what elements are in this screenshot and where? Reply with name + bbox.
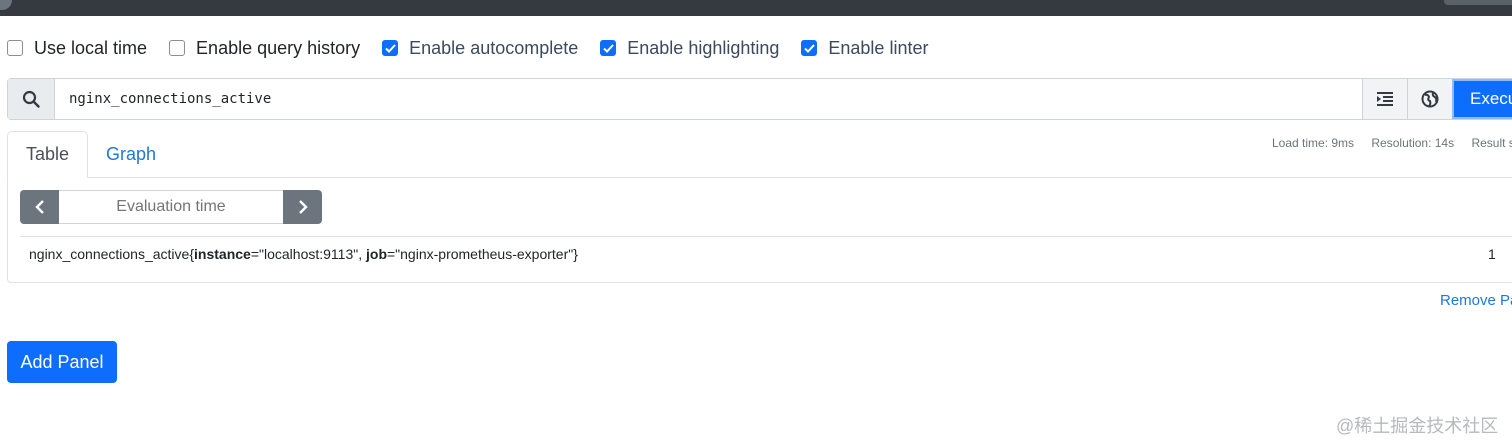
- execute-button[interactable]: Execu: [1452, 79, 1512, 119]
- option-label: Enable linter: [828, 37, 929, 58]
- eval-time-forward-button[interactable]: [283, 190, 322, 224]
- check-icon: [804, 43, 815, 53]
- top-navbar: [0, 0, 1512, 16]
- globe-icon: [1421, 90, 1439, 108]
- logo-icon[interactable]: [0, 0, 12, 10]
- check-icon: [603, 43, 614, 53]
- option-enable-highlighting[interactable]: Enable highlighting: [600, 38, 779, 59]
- eval-time-back-button[interactable]: [20, 190, 59, 224]
- chevron-right-icon: [298, 200, 308, 214]
- option-use-local-time[interactable]: Use local time: [7, 38, 147, 59]
- option-label: Enable highlighting: [627, 37, 780, 58]
- load-time: Load time: 9ms: [1272, 136, 1355, 150]
- checkbox-enable-query-history[interactable]: [169, 40, 186, 56]
- option-enable-autocomplete[interactable]: Enable autocomplete: [382, 38, 578, 59]
- panel-tabs: Table Graph: [7, 131, 174, 178]
- evaluation-time-input[interactable]: [59, 190, 283, 224]
- checkbox-enable-autocomplete[interactable]: [382, 40, 399, 56]
- remove-panel-link[interactable]: Remove Pa: [1440, 292, 1512, 309]
- search-icon: [22, 90, 40, 108]
- option-enable-query-history[interactable]: Enable query history: [169, 38, 360, 59]
- checkbox-use-local-time[interactable]: [7, 40, 23, 56]
- checkbox-enable-highlighting[interactable]: [600, 40, 617, 56]
- metrics-explorer-button[interactable]: [1407, 79, 1452, 119]
- table-row: nginx_connections_active{instance="local…: [20, 236, 1512, 271]
- format-expression-button[interactable]: [1362, 79, 1407, 119]
- format-indent-icon: [1377, 92, 1393, 106]
- table-tab-content: nginx_connections_active{instance="local…: [7, 177, 1512, 283]
- add-panel-button[interactable]: Add Panel: [7, 341, 117, 383]
- tab-table[interactable]: Table: [7, 131, 89, 178]
- expression-input[interactable]: [55, 79, 1362, 119]
- expression-bar: Execu: [7, 78, 1512, 120]
- series-value: 1: [1488, 246, 1496, 262]
- checkbox-enable-linter[interactable]: [801, 40, 818, 56]
- navbar-button-edge[interactable]: [1444, 0, 1512, 5]
- query-stats: Load time: 9ms Resolution: 14s Result se: [1272, 136, 1512, 150]
- chevron-left-icon: [34, 200, 44, 214]
- series-label: nginx_connections_active{instance="local…: [29, 246, 578, 262]
- query-panel: Table Graph Load time: 9ms Resolution: 1…: [7, 131, 1512, 283]
- tab-graph[interactable]: Graph: [88, 131, 174, 178]
- option-label: Use local time: [34, 37, 148, 58]
- resolution: Resolution: 14s: [1371, 136, 1455, 150]
- search-icon-box: [8, 79, 55, 119]
- evaluation-time-control: [20, 190, 322, 224]
- result-series: Result se: [1471, 136, 1512, 150]
- option-label: Enable query history: [196, 37, 361, 58]
- watermark: @稀土掘金技术社区: [1336, 416, 1499, 436]
- check-icon: [384, 43, 396, 53]
- option-label: Enable autocomplete: [409, 37, 579, 58]
- query-options: Use local time Enable query history Enab…: [7, 35, 950, 61]
- option-enable-linter[interactable]: Enable linter: [801, 38, 928, 59]
